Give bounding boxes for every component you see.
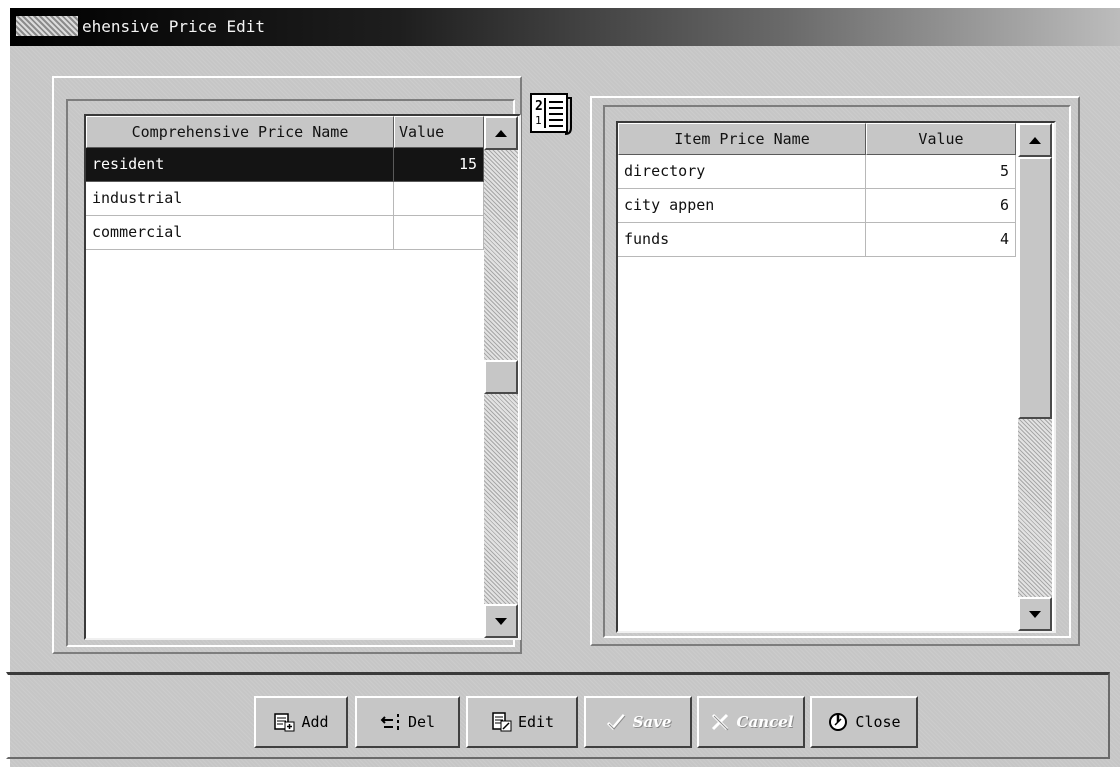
chevron-down-icon [1029, 610, 1041, 618]
svg-text:1: 1 [535, 114, 542, 127]
column-header-comprehensive-price-name[interactable]: Comprehensive Price Name [86, 116, 394, 148]
cell-value[interactable] [394, 182, 484, 216]
left-vertical-scrollbar[interactable] [484, 116, 518, 638]
cancel-x-icon [711, 713, 728, 731]
column-header-value[interactable]: Value [394, 116, 484, 148]
cell-name[interactable]: resident [86, 148, 394, 182]
chevron-up-icon [495, 129, 507, 137]
cell-name[interactable]: funds [618, 223, 866, 257]
cell-name[interactable]: commercial [86, 216, 394, 250]
save-button-label: Save [632, 713, 672, 731]
cancel-button-label: Cancel [736, 713, 794, 731]
column-header-value[interactable]: Value [866, 123, 1016, 155]
add-record-icon [274, 713, 295, 732]
close-button[interactable]: Close [810, 696, 918, 748]
cell-value[interactable]: 5 [866, 155, 1016, 189]
title-bar[interactable]: ehensive Price Edit [10, 8, 1120, 46]
cell-value[interactable] [394, 216, 484, 250]
delete-button[interactable]: Del [355, 696, 460, 748]
edit-button-label: Edit [517, 713, 555, 731]
cell-value[interactable]: 4 [866, 223, 1016, 257]
sort-button[interactable]: 2 1 [527, 88, 577, 138]
scroll-thumb[interactable] [484, 360, 518, 394]
column-header-item-price-name[interactable]: Item Price Name [618, 123, 866, 155]
close-button-label: Close [855, 713, 901, 731]
save-button[interactable]: Save [584, 696, 692, 748]
cell-value[interactable]: 6 [866, 189, 1016, 223]
cancel-button[interactable]: Cancel [697, 696, 805, 748]
cell-value[interactable]: 15 [394, 148, 484, 182]
chevron-up-icon [1029, 136, 1041, 144]
edit-record-icon [492, 712, 512, 732]
cell-name[interactable]: city appen [618, 189, 866, 223]
edit-button[interactable]: Edit [466, 696, 578, 748]
chevron-down-icon [495, 617, 507, 625]
scroll-up-button[interactable] [484, 116, 518, 150]
cell-name[interactable]: industrial [86, 182, 394, 216]
power-close-icon [829, 713, 848, 731]
comprehensive-price-grid[interactable]: Comprehensive Price Name Value resident … [84, 114, 521, 640]
cell-name[interactable]: directory [618, 155, 866, 189]
scroll-down-button[interactable] [1018, 597, 1052, 631]
window-icon [16, 16, 78, 36]
delete-button-label: Del [407, 713, 436, 731]
add-button[interactable]: Add [254, 696, 348, 748]
delete-record-icon [380, 714, 399, 730]
scroll-thumb[interactable] [1018, 157, 1052, 419]
right-vertical-scrollbar[interactable] [1018, 123, 1052, 631]
item-price-grid[interactable]: Item Price Name Value directory 5 city a… [616, 121, 1056, 633]
scroll-up-button[interactable] [1018, 123, 1052, 157]
scroll-down-button[interactable] [484, 604, 518, 638]
sort-list-icon: 2 1 [530, 93, 572, 135]
checkmark-icon [606, 714, 625, 731]
window-title: ehensive Price Edit [82, 17, 266, 36]
svg-text:2: 2 [535, 99, 543, 114]
add-button-label: Add [301, 713, 329, 731]
